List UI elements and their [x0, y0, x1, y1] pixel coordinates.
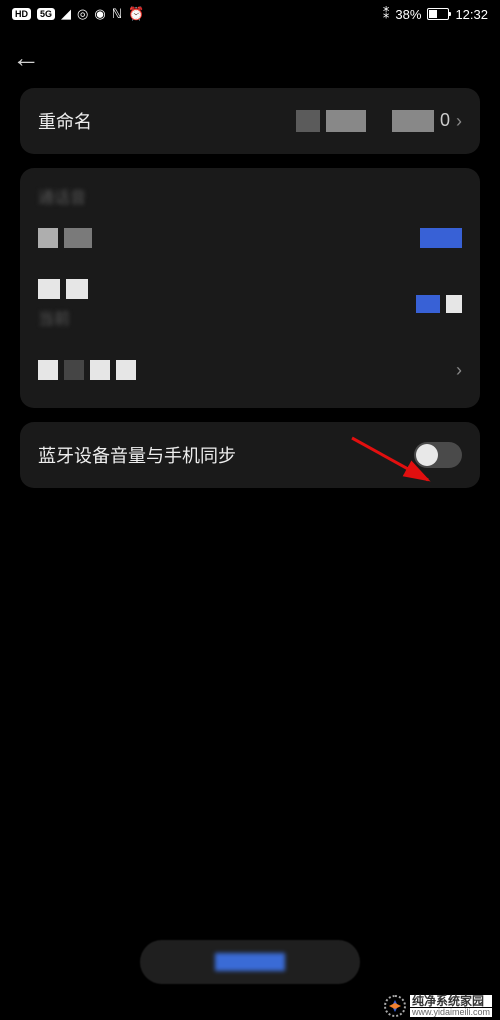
battery-percent: 38%: [395, 7, 421, 22]
record-icon: ◎: [77, 6, 88, 22]
signal-icon: ◢: [61, 6, 71, 22]
volume-sync-row: 蓝牙设备音量与手机同步: [20, 422, 480, 488]
rename-row[interactable]: 重命名 0 ›: [20, 88, 480, 154]
redacted-button-label: [215, 953, 285, 971]
status-left: HD 5G ◢ ◎ ◉ ℕ ⏰: [12, 6, 144, 22]
nfc-icon: ℕ: [112, 6, 122, 22]
redacted-value: 0: [296, 110, 450, 132]
toggle-knob: [416, 444, 438, 466]
redacted-subtext: 当前: [38, 305, 88, 329]
toggle-on-2[interactable]: [416, 295, 462, 313]
redacted-settings-card: 通话音 当前: [20, 168, 480, 408]
volume-sync-card: 蓝牙设备音量与手机同步: [20, 422, 480, 488]
page-header: ←: [0, 28, 500, 88]
status-time: 12:32: [455, 7, 488, 22]
value-tail: 0: [440, 110, 450, 132]
back-arrow-icon[interactable]: ←: [12, 42, 40, 74]
chevron-right-icon: ›: [456, 360, 462, 381]
watermark: 纯净系统家园 www.yidaimeili.com: [0, 992, 500, 1020]
redacted-row-2[interactable]: 当前: [38, 290, 462, 318]
watermark-title: 纯净系统家园: [410, 995, 492, 1007]
status-bar: HD 5G ◢ ◎ ◉ ℕ ⏰ ⁑ 38% 12:32: [0, 0, 500, 28]
alarm-icon: ⏰: [128, 6, 144, 22]
watermark-logo-icon: [384, 995, 406, 1017]
battery-icon: [427, 8, 449, 20]
hd-icon: HD: [12, 8, 31, 20]
bottom-action-button[interactable]: [140, 940, 360, 984]
chevron-right-icon: ›: [456, 111, 462, 132]
status-right: ⁑ 38% 12:32: [383, 6, 488, 22]
content-area: 重命名 0 › 通话音: [0, 88, 500, 488]
volume-sync-toggle[interactable]: [414, 442, 462, 468]
redacted-row-1[interactable]: [38, 224, 462, 252]
bluetooth-icon: ⁑: [383, 6, 390, 22]
rename-value: 0 ›: [296, 110, 462, 132]
volume-sync-label: 蓝牙设备音量与手机同步: [38, 442, 236, 468]
toggle-on-1[interactable]: [420, 228, 462, 248]
redacted-heading: 通话音: [38, 184, 462, 208]
5g-icon: 5G: [37, 8, 55, 20]
rename-card[interactable]: 重命名 0 ›: [20, 88, 480, 154]
eye-icon: ◉: [94, 6, 105, 22]
watermark-url: www.yidaimeili.com: [410, 1008, 492, 1017]
rename-label: 重命名: [38, 108, 92, 134]
redacted-row-3[interactable]: ›: [38, 356, 462, 384]
